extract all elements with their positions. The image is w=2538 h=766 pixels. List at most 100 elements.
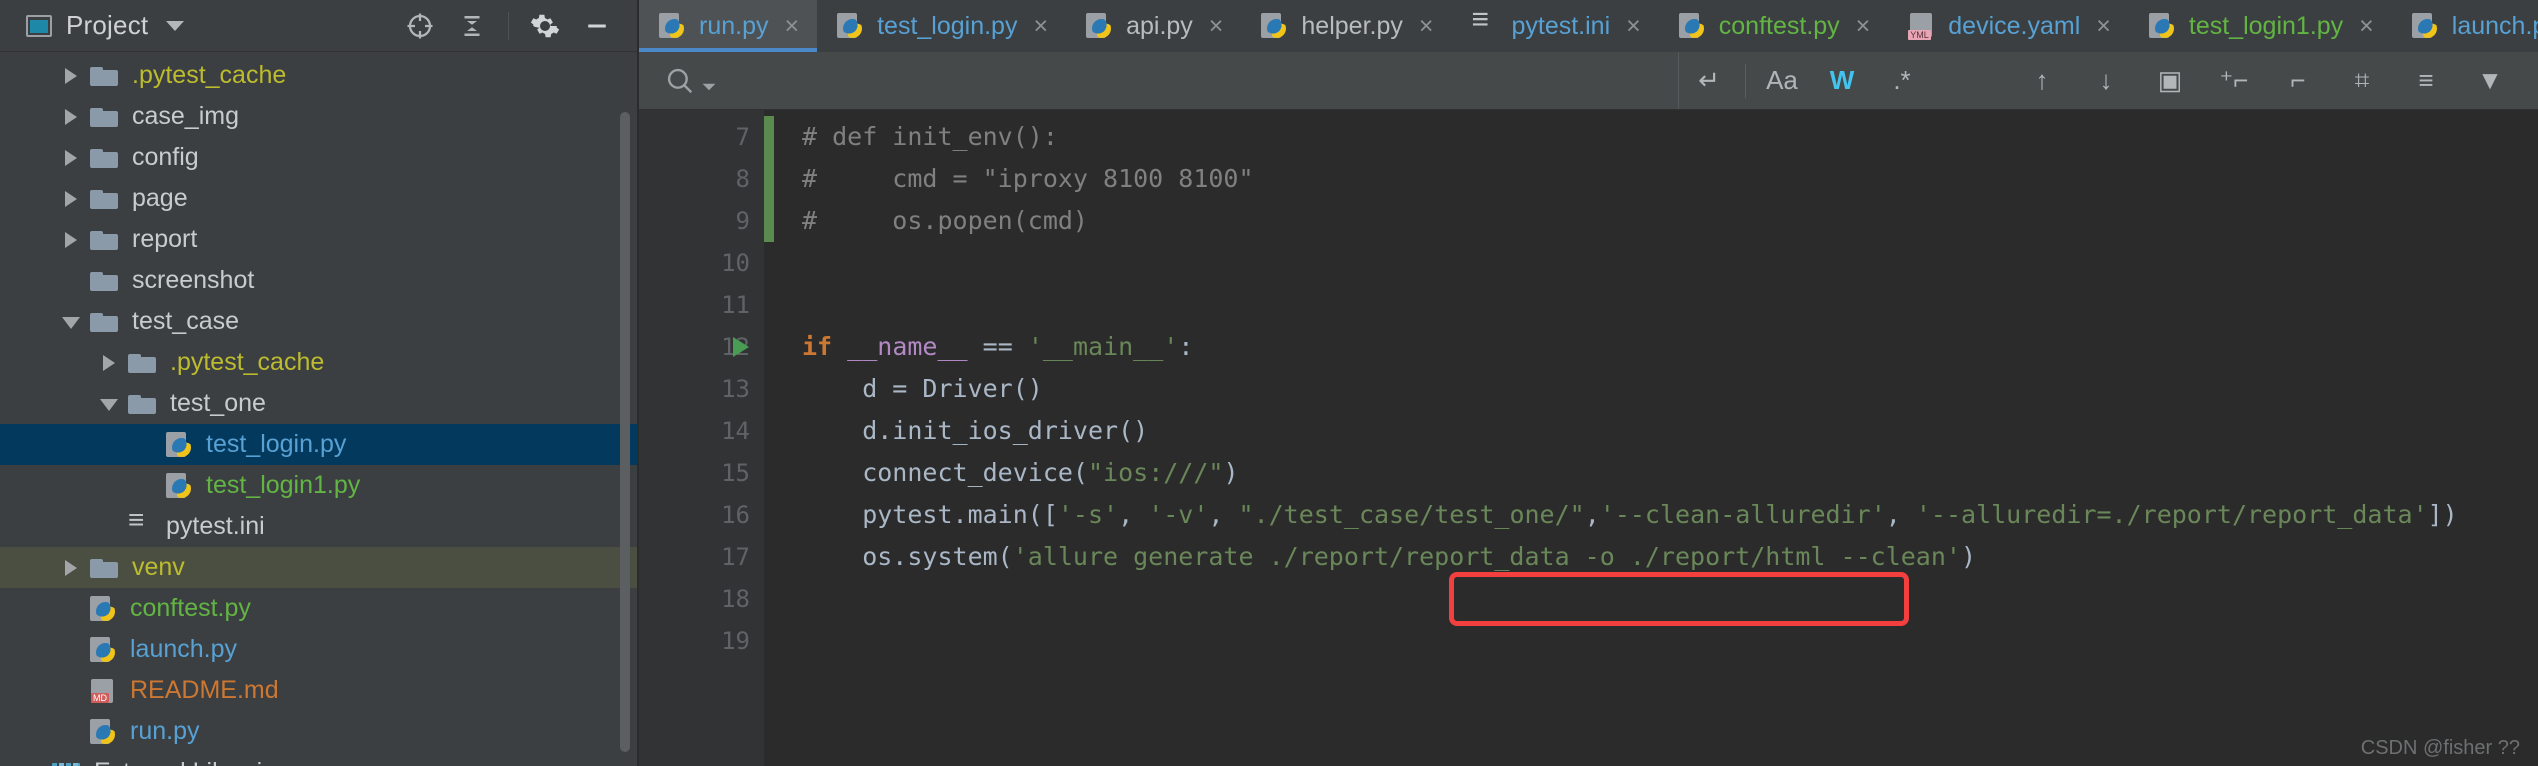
code-line[interactable]: pytest.main(['-s', '-v', "./test_case/te…	[774, 494, 2538, 536]
chevron-right-icon[interactable]	[60, 557, 82, 579]
search-history-chevron-icon[interactable]	[701, 79, 717, 95]
line-number-gutter[interactable]: 7 8 9 10 11 12 13 14 15 16 17 18 19	[639, 110, 764, 766]
tree-item-label: page	[132, 184, 188, 212]
editor-tab-test-login1-py[interactable]: test_login1.py ×	[2128, 0, 2392, 52]
locate-icon[interactable]	[394, 0, 446, 52]
add-selection-icon[interactable]: ⁺⌐	[2202, 52, 2266, 109]
tree-item-launch-py[interactable]: launch.py	[0, 629, 637, 670]
chevron-right-icon[interactable]	[60, 188, 82, 210]
tree-item-conftest-py[interactable]: conftest.py	[0, 588, 637, 629]
sidebar-scrollbar[interactable]	[620, 112, 630, 766]
line-number: 15	[721, 459, 750, 487]
editor-tab-helper-py[interactable]: helper.py ×	[1241, 0, 1452, 52]
match-case-icon[interactable]: Aa	[1752, 52, 1812, 109]
close-icon[interactable]: ×	[1419, 13, 1434, 39]
chevron-down-icon[interactable]	[98, 393, 120, 415]
next-occurrence-icon[interactable]: ↓	[2074, 52, 2138, 109]
tree-item-pytest-cache[interactable]: .pytest_cache	[0, 55, 637, 96]
sidebar-scrollbar-thumb[interactable]	[620, 112, 630, 752]
tree-item-case-img[interactable]: case_img	[0, 96, 637, 137]
editor-tab-device-yaml[interactable]: device.yaml ×	[1888, 0, 2129, 52]
close-icon[interactable]: ×	[2359, 13, 2374, 39]
editor-tab-conftest-py[interactable]: conftest.py ×	[1658, 0, 1889, 52]
chevron-down-icon[interactable]	[166, 20, 185, 31]
chevron-right-icon[interactable]	[60, 147, 82, 169]
close-icon[interactable]: ×	[1626, 13, 1641, 39]
code-token: "ios:///"	[1087, 458, 1224, 487]
tree-item-test-login1-py[interactable]: test_login1.py	[0, 465, 637, 506]
open-in-find-window-icon[interactable]: ▣	[2138, 52, 2202, 109]
tree-item-run-py[interactable]: run.py	[0, 711, 637, 752]
project-tree[interactable]: .pytest_cache case_img config page report scr…	[0, 52, 637, 766]
search-icon	[667, 68, 693, 93]
collapse-all-icon[interactable]	[446, 0, 498, 52]
tree-item-readme-md[interactable]: README.md	[0, 670, 637, 711]
line-number: 19	[721, 627, 750, 655]
select-all-occurrences-icon[interactable]: ⌗	[2330, 52, 2394, 109]
code-line[interactable]: os.system('allure generate ./report/repo…	[774, 536, 2538, 578]
code-line[interactable]: # os.popen(cmd)	[774, 200, 2538, 242]
chevron-right-icon[interactable]	[98, 352, 120, 374]
tree-item-test-login-py[interactable]: test_login.py	[0, 424, 637, 465]
tree-item-pytest-cache[interactable]: .pytest_cache	[0, 342, 637, 383]
regex-icon[interactable]: .*	[1872, 52, 1932, 109]
tree-item-test-one[interactable]: test_one	[0, 383, 637, 424]
find-toolbar-divider	[1745, 63, 1746, 98]
search-input[interactable]	[639, 52, 1679, 109]
tree-item-config[interactable]: config	[0, 137, 637, 178]
hide-tool-window-icon[interactable]	[571, 0, 623, 52]
code-line[interactable]	[774, 620, 2538, 662]
tree-item-pytest-ini[interactable]: pytest.ini	[0, 506, 637, 547]
folder-icon	[128, 350, 158, 376]
gear-icon[interactable]	[519, 0, 571, 52]
close-icon[interactable]: ×	[1209, 13, 1224, 39]
code-editor[interactable]: 7 8 9 10 11 12 13 14 15 16 17 18 19 # def init_env()…	[639, 110, 2538, 766]
code-line[interactable]: # cmd = "iproxy 8100 8100"	[774, 158, 2538, 200]
tree-item-screenshot[interactable]: screenshot	[0, 260, 637, 301]
tree-item-report[interactable]: report	[0, 219, 637, 260]
code-token: ==	[967, 332, 1028, 361]
code-token: '__main__'	[1027, 332, 1179, 361]
code-line[interactable]: # def init_env():	[774, 116, 2538, 158]
chevron-right-icon[interactable]	[60, 229, 82, 251]
code-token: if	[802, 332, 833, 361]
chevron-down-icon[interactable]	[60, 311, 82, 333]
editor-tab-bar[interactable]: run.py×test_login.py×api.py×helper.py×py…	[639, 0, 2538, 52]
close-icon[interactable]: ×	[1856, 13, 1871, 39]
tree-item-page[interactable]: page	[0, 178, 637, 219]
code-line[interactable]	[774, 242, 2538, 284]
code-line[interactable]: d.init_ios_driver()	[774, 410, 2538, 452]
chevron-right-icon[interactable]	[60, 65, 82, 87]
code-token: ,	[1118, 500, 1149, 529]
tree-item-external-libraries[interactable]: External Libraries	[0, 752, 637, 766]
tree-item-venv[interactable]: venv	[0, 547, 637, 588]
folder-icon	[90, 145, 120, 171]
wrap-around-icon[interactable]: ↵	[1679, 52, 1739, 109]
code-line[interactable]	[774, 284, 2538, 326]
close-icon[interactable]: ×	[1033, 13, 1048, 39]
toggle-lines-icon[interactable]: ≡	[2394, 52, 2458, 109]
editor-tab-launch-py[interactable]: launch.py×	[2391, 0, 2538, 52]
filter-icon[interactable]: ▼	[2458, 52, 2522, 109]
code-text[interactable]: # def init_env(): # cmd = "iproxy 8100 81…	[774, 110, 2538, 766]
find-right-actions[interactable]: ↑ ↓ ▣ ⁺⌐ ⌐ ⌗ ≡ ▼	[2010, 52, 2538, 109]
code-line[interactable]: connect_device("ios:///")	[774, 452, 2538, 494]
run-configuration-icon[interactable]	[718, 326, 764, 368]
editor-tab-pytest-ini[interactable]: pytest.ini ×	[1451, 0, 1659, 52]
code-line[interactable]: if __name__ == '__main__':	[774, 326, 2538, 368]
tree-item-label: README.md	[130, 676, 279, 704]
previous-occurrence-icon[interactable]: ↑	[2010, 52, 2074, 109]
words-icon[interactable]: W	[1812, 52, 1872, 109]
remove-selection-icon[interactable]: ⌐	[2266, 52, 2330, 109]
editor-tab-run-py[interactable]: run.py ×	[639, 0, 818, 52]
editor-tab-test-login-py[interactable]: test_login.py ×	[817, 0, 1067, 52]
chevron-right-icon[interactable]	[60, 106, 82, 128]
tree-item-test-case[interactable]: test_case	[0, 301, 637, 342]
find-option-toggles[interactable]: ↵ Aa W .*	[1679, 52, 1932, 109]
code-line[interactable]	[774, 578, 2538, 620]
tree-item-label: venv	[132, 553, 185, 581]
close-icon[interactable]: ×	[2096, 13, 2111, 39]
close-icon[interactable]: ×	[784, 13, 799, 39]
editor-tab-api-py[interactable]: api.py ×	[1066, 0, 1242, 52]
code-line[interactable]: d = Driver()	[774, 368, 2538, 410]
